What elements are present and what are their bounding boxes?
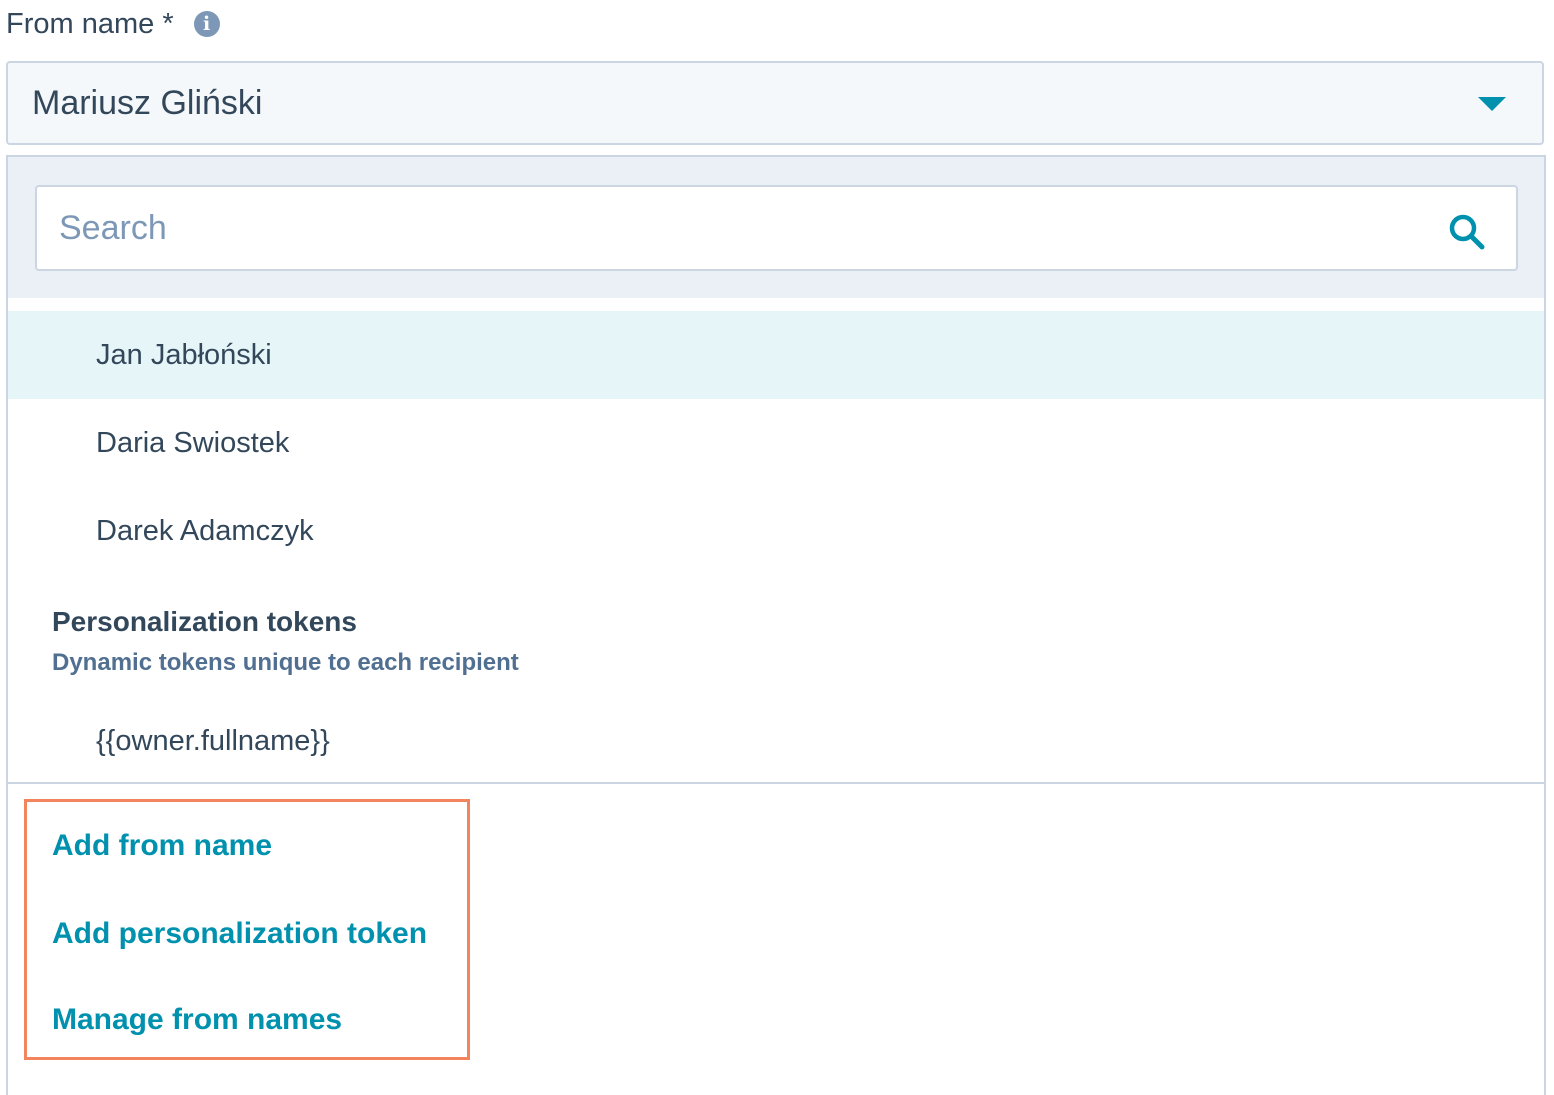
search-input[interactable] <box>37 187 1417 269</box>
option-owner-fullname-token[interactable]: {{owner.fullname}} <box>8 697 1544 785</box>
add-from-name-link[interactable]: Add from name <box>52 829 272 863</box>
from-name-select[interactable]: Mariusz Gliński <box>6 61 1544 145</box>
info-icon[interactable]: i <box>193 11 220 37</box>
caret-down-icon[interactable] <box>1478 97 1506 111</box>
search-area <box>8 157 1544 298</box>
option-jan-jablonski[interactable]: Jan Jabłoński <box>8 311 1544 399</box>
option-label: Darek Adamczyk <box>96 514 314 547</box>
option-label: Daria Swiostek <box>96 426 290 459</box>
from-name-dropdown-menu: Jan Jabłoński Daria Swiostek Darek Adamc… <box>6 155 1546 1095</box>
personalization-tokens-subheading: Dynamic tokens unique to each recipient <box>52 649 519 676</box>
option-label: {{owner.fullname}} <box>96 724 330 757</box>
divider <box>8 782 1544 784</box>
add-personalization-token-link[interactable]: Add personalization token <box>52 917 427 951</box>
selected-from-name: Mariusz Gliński <box>32 83 263 122</box>
from-name-label: From name * i <box>6 4 220 44</box>
search-icon[interactable] <box>1448 213 1486 251</box>
personalization-tokens-heading: Personalization tokens <box>52 606 357 637</box>
search-field[interactable] <box>35 185 1518 271</box>
manage-from-names-link[interactable]: Manage from names <box>52 1003 342 1037</box>
option-daria-swiostek[interactable]: Daria Swiostek <box>8 399 1544 487</box>
option-darek-adamczyk[interactable]: Darek Adamczyk <box>8 487 1544 575</box>
from-name-label-text: From name * <box>6 7 174 40</box>
option-label: Jan Jabłoński <box>96 338 272 371</box>
